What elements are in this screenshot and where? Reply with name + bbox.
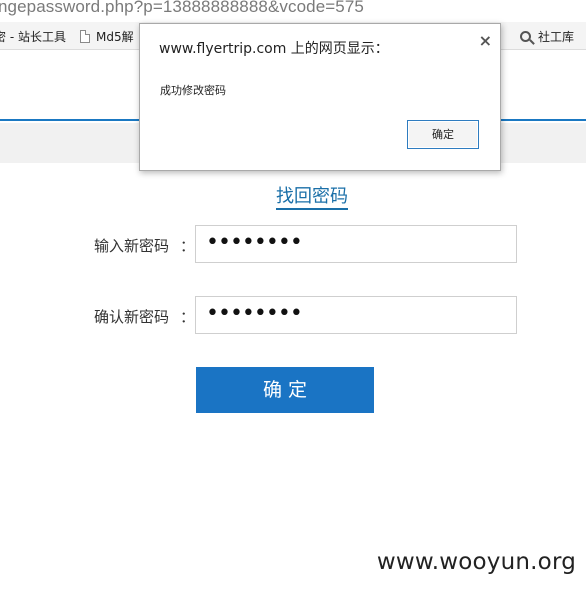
confirm-password-row: 确认新密码 ： •••••••• <box>0 296 586 334</box>
bookmark-label: 社工库 <box>538 29 575 44</box>
search-icon <box>520 30 531 42</box>
url-text[interactable]: ngepassword.php?p=13888888888&vcode=575 <box>0 0 364 17</box>
bookmark-label: 密 - 站长工具 <box>0 29 66 44</box>
new-password-label: 输入新密码 <box>94 237 170 255</box>
bookmark-zhanzhang-tools[interactable]: 密 - 站长工具 <box>0 26 66 46</box>
label-colon: ： <box>180 308 196 326</box>
bookmark-label: Md5解 <box>96 29 134 44</box>
dialog-message: 成功修改密码 <box>160 84 226 97</box>
form-title-text[interactable]: 找回密码 <box>276 186 348 210</box>
bookmark-shegongku[interactable]: 社工库 <box>520 26 574 46</box>
confirm-password-label: 确认新密码 <box>94 308 170 326</box>
label-colon: ： <box>180 237 196 255</box>
alert-dialog: www.flyertrip.com 上的网页显示： × 成功修改密码 确定 <box>139 23 501 171</box>
dialog-title: www.flyertrip.com 上的网页显示： <box>159 41 389 57</box>
new-password-row: 输入新密码 ： •••••••• <box>0 225 586 263</box>
address-bar[interactable]: ngepassword.php?p=13888888888&vcode=575 <box>0 0 586 20</box>
close-icon[interactable]: × <box>479 31 492 50</box>
bookmark-md5[interactable]: Md5解 <box>80 26 134 46</box>
confirm-password-input[interactable]: •••••••• <box>195 296 517 334</box>
new-password-input[interactable]: •••••••• <box>195 225 517 263</box>
form-title: 找回密码 <box>0 182 586 210</box>
submit-button[interactable]: 确定 <box>196 367 374 413</box>
watermark: www.wooyun.org <box>376 549 576 575</box>
page-icon <box>80 29 90 43</box>
dialog-ok-button[interactable]: 确定 <box>407 120 479 149</box>
